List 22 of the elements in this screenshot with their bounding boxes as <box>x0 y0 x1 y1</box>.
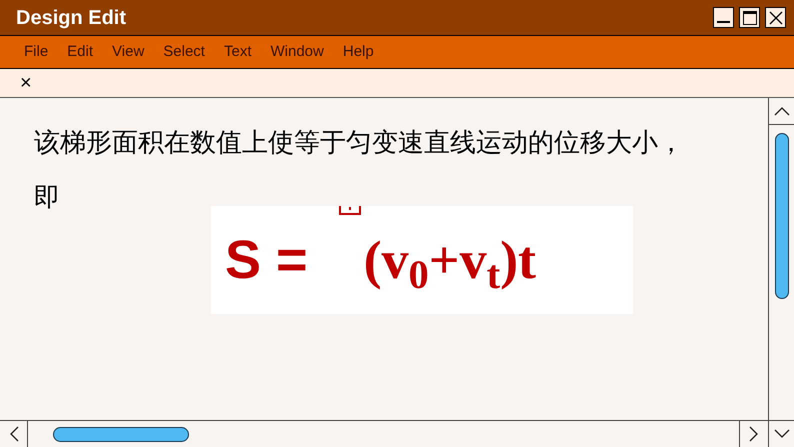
paragraph-line: 即 <box>34 182 60 215</box>
scrollbar-thumb[interactable] <box>53 426 189 442</box>
formula-lhs: S = <box>225 233 308 287</box>
fraction-fragment-icon <box>339 206 361 215</box>
minimize-button[interactable] <box>713 7 734 28</box>
menu-item[interactable]: View <box>112 40 144 64</box>
scrollbar-thumb[interactable] <box>774 133 788 299</box>
menu-item[interactable]: Window <box>270 40 324 64</box>
formula-rhs: (v$_{0}$+v$_{t}$)t <box>364 233 536 287</box>
maximize-button[interactable] <box>739 7 760 28</box>
menu-item[interactable]: Edit <box>67 40 94 64</box>
menu-item[interactable]: Select <box>163 40 205 64</box>
close-tab-button[interactable]: × <box>20 73 32 93</box>
menu-item[interactable]: Text <box>224 40 252 64</box>
paragraph-line: 该梯形面积在数值上使等于匀变速直线运动的位移大小， <box>34 127 684 160</box>
minimize-icon <box>717 21 730 23</box>
close-button[interactable] <box>765 7 786 28</box>
close-icon <box>768 10 782 24</box>
menu-item[interactable]: Help <box>342 40 374 64</box>
maximize-icon <box>742 10 756 24</box>
window-title: Design Edit <box>16 6 126 30</box>
menu-item[interactable]: File <box>24 40 48 64</box>
